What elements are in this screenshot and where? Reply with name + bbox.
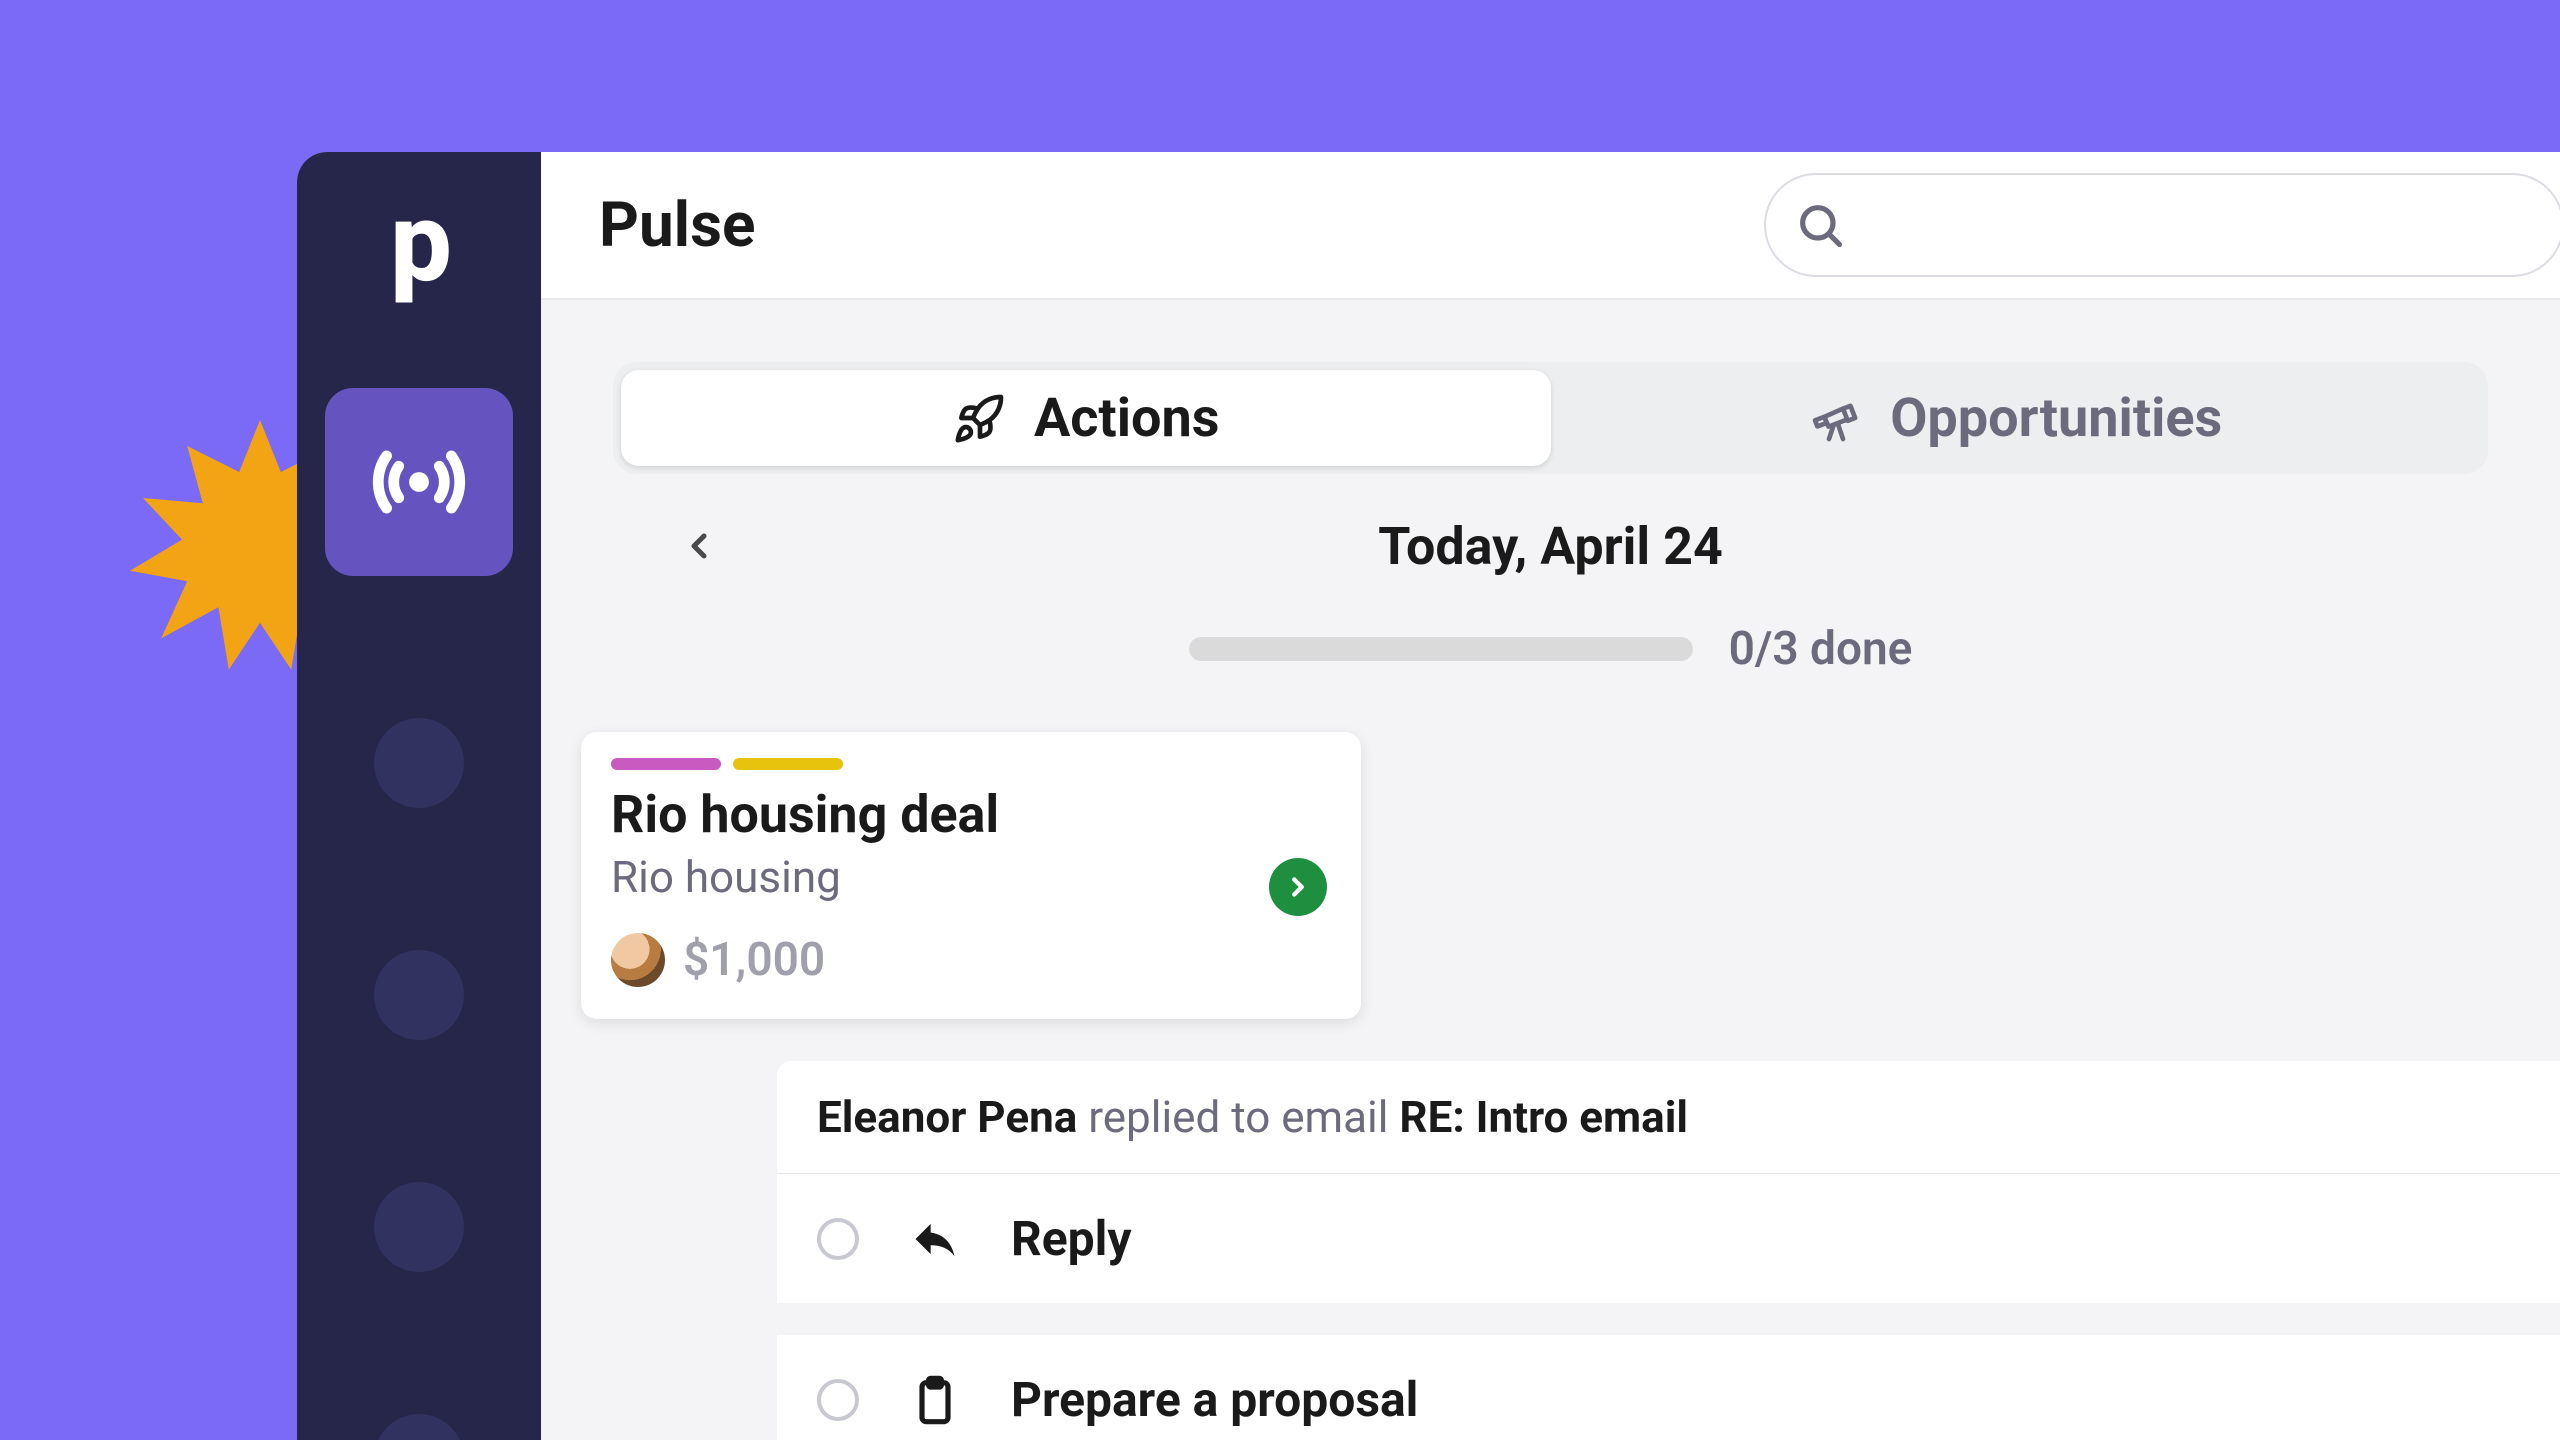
sidebar-item-placeholder-2[interactable] [374, 950, 464, 1040]
list-gap [777, 1303, 2560, 1335]
activity-list: Eleanor Pena replied to email RE: Intro … [777, 1061, 2560, 1440]
rocket-icon [952, 390, 1008, 446]
chevron-right-icon [1283, 872, 1313, 902]
deal-meta-row: $1,000 [611, 933, 1331, 987]
broadcast-icon [365, 428, 473, 536]
deal-tags [611, 758, 1331, 770]
activity-verb: replied to email [1077, 1091, 1399, 1143]
activity-proposal-label: Prepare a proposal [1011, 1371, 1418, 1428]
app-window: p Pulse [297, 152, 2560, 1440]
date-label: Today, April 24 [1378, 516, 1723, 577]
deal-amount: $1,000 [683, 933, 825, 987]
activity-reply-label: Reply [1011, 1210, 1132, 1267]
search-icon [1794, 199, 1846, 251]
prev-day-button[interactable] [671, 526, 727, 566]
tab-actions[interactable]: Actions [621, 370, 1551, 466]
sidebar-item-pulse[interactable] [325, 388, 513, 576]
tag-purple [611, 758, 721, 770]
sidebar-item-placeholder-1[interactable] [374, 718, 464, 808]
sidebar-nav [325, 388, 513, 1440]
tag-yellow [733, 758, 843, 770]
page-title: Pulse [599, 189, 755, 262]
deal-subtitle: Rio housing [611, 851, 1331, 903]
reply-icon [907, 1213, 963, 1265]
checkbox[interactable] [817, 1218, 859, 1260]
clipboard-icon [907, 1374, 963, 1426]
activity-header: Eleanor Pena replied to email RE: Intro … [777, 1061, 2560, 1174]
date-bar: Today, April 24 [541, 514, 2560, 578]
tab-actions-label: Actions [1034, 387, 1219, 450]
progress-row: 0/3 done [541, 622, 2560, 676]
search-input[interactable] [1764, 173, 2560, 277]
activity-subject: RE: Intro email [1399, 1091, 1688, 1143]
brand-logo: p [390, 188, 448, 298]
sidebar: p [297, 152, 541, 1440]
telescope-icon [1808, 390, 1864, 446]
activity-person: Eleanor Pena [817, 1091, 1077, 1143]
tab-opportunities-label: Opportunities [1890, 387, 2222, 450]
avatar [611, 933, 665, 987]
main-area: Pulse Actions [541, 152, 2560, 1440]
content: Actions Opportunities [541, 300, 2560, 1440]
activity-item-reply[interactable]: Reply [777, 1174, 2560, 1303]
sidebar-item-placeholder-4[interactable] [374, 1414, 464, 1440]
open-deal-button[interactable] [1269, 858, 1327, 916]
activity-item-proposal[interactable]: Prepare a proposal [777, 1335, 2560, 1440]
top-bar: Pulse [541, 152, 2560, 300]
progress-bar [1189, 637, 1693, 661]
sidebar-item-placeholder-3[interactable] [374, 1182, 464, 1272]
tab-bar: Actions Opportunities [613, 362, 2488, 474]
tab-opportunities[interactable]: Opportunities [1551, 370, 2481, 466]
deal-title: Rio housing deal [611, 784, 1331, 845]
checkbox[interactable] [817, 1379, 859, 1421]
deal-card[interactable]: Rio housing deal Rio housing $1,000 [581, 732, 1361, 1019]
progress-text: 0/3 done [1729, 622, 1913, 676]
chevron-left-icon [679, 526, 719, 566]
